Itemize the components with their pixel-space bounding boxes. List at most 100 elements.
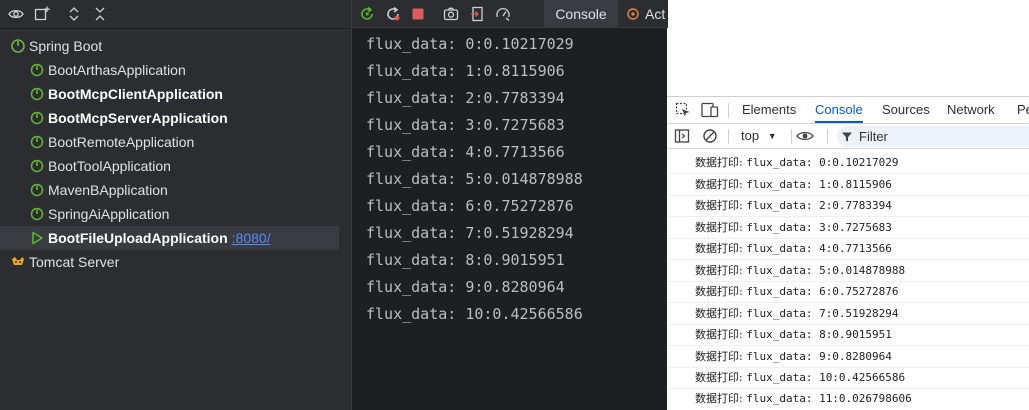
tree-item-boot-remote[interactable]: BootRemoteApplication bbox=[0, 130, 351, 154]
tab-console[interactable]: Console bbox=[544, 0, 618, 27]
console-log-entry[interactable]: 数据打印: flux_data: 3:0.7275683 bbox=[695, 217, 892, 238]
spring-app-icon bbox=[29, 158, 45, 174]
device-toolbar-icon[interactable] bbox=[701, 101, 719, 119]
eye-icon[interactable] bbox=[6, 4, 26, 24]
run-icon bbox=[29, 230, 45, 246]
actuator-icon bbox=[626, 7, 640, 21]
log-prefix: 数据打印: bbox=[695, 178, 743, 191]
tab-actuator[interactable]: Act bbox=[626, 0, 666, 27]
console-line: flux_data: 5:0.014878988 bbox=[366, 170, 583, 188]
tree-item-label: BootMcpServerApplication bbox=[48, 110, 228, 126]
log-prefix: 数据打印: bbox=[695, 307, 743, 320]
tree-item-label: BootRemoteApplication bbox=[48, 134, 195, 150]
console-log-entry[interactable]: 数据打印: flux_data: 11:0.026798606 bbox=[695, 388, 912, 409]
caret-down-icon: ▼ bbox=[767, 131, 777, 141]
run-console-panel: Console Act flux_data: 0:0.10217029 flux… bbox=[351, 0, 668, 410]
toolbar-divider bbox=[791, 129, 792, 144]
stop-icon[interactable] bbox=[408, 4, 428, 24]
log-prefix: 数据打印: bbox=[695, 371, 743, 384]
tree-item-boot-mcp-client[interactable]: BootMcpClientApplication bbox=[0, 82, 351, 106]
tree-item-boot-file-upload[interactable]: BootFileUploadApplication :8080/ bbox=[0, 226, 339, 250]
log-message: flux_data: 8:0.9015951 bbox=[746, 328, 892, 341]
console-log-entry[interactable]: 数据打印: flux_data: 9:0.8280964 bbox=[695, 346, 892, 367]
tree-item-label: Spring Boot bbox=[29, 38, 103, 54]
console-toolbar: top ▼ Filter bbox=[667, 124, 1029, 149]
filter-placeholder: Filter bbox=[859, 129, 888, 144]
toolbar-divider bbox=[728, 103, 729, 118]
spring-boot-icon bbox=[10, 38, 26, 54]
tree-item-label: BootArthasApplication bbox=[48, 62, 186, 78]
log-prefix: 数据打印: bbox=[695, 392, 743, 405]
log-prefix: 数据打印: bbox=[695, 242, 743, 255]
spring-app-icon bbox=[29, 86, 45, 102]
console-log-entry[interactable]: 数据打印: flux_data: 2:0.7783394 bbox=[695, 195, 892, 216]
expand-all-icon[interactable] bbox=[64, 4, 84, 24]
console-log-entry[interactable]: 数据打印: flux_data: 4:0.7713566 bbox=[695, 238, 892, 259]
add-service-icon[interactable] bbox=[32, 4, 52, 24]
tree-item-maven-b[interactable]: MavenBApplication bbox=[0, 178, 351, 202]
live-expression-eye-icon[interactable] bbox=[795, 127, 815, 145]
tree-item-boot-arthas[interactable]: BootArthasApplication bbox=[0, 58, 351, 82]
log-prefix: 数据打印: bbox=[695, 328, 743, 341]
tab-network[interactable]: Network bbox=[947, 97, 995, 123]
filter-input[interactable]: Filter bbox=[837, 126, 1029, 147]
console-toolbar: Console Act bbox=[352, 0, 668, 28]
tree-item-label: BootToolApplication bbox=[48, 158, 171, 174]
console-line: flux_data: 0:0.10217029 bbox=[366, 35, 574, 53]
console-line: flux_data: 7:0.51928294 bbox=[366, 224, 574, 242]
log-message: flux_data: 1:0.8115906 bbox=[746, 178, 892, 191]
spring-app-icon bbox=[29, 182, 45, 198]
tab-actuator-label: Act bbox=[645, 6, 666, 22]
filter-icon bbox=[841, 131, 853, 143]
toolbar-divider bbox=[827, 129, 828, 144]
console-log-entry[interactable]: 数据打印: flux_data: 7:0.51928294 bbox=[695, 303, 899, 324]
tree-item-spring-ai[interactable]: SpringAiApplication bbox=[0, 202, 351, 226]
tree-item-label: SpringAiApplication bbox=[48, 206, 170, 222]
console-line: flux_data: 3:0.7275683 bbox=[366, 116, 565, 134]
log-message: flux_data: 7:0.51928294 bbox=[746, 307, 899, 320]
inspect-element-icon[interactable] bbox=[674, 101, 692, 119]
tree-item-boot-tool[interactable]: BootToolApplication bbox=[0, 154, 351, 178]
log-message: flux_data: 11:0.026798606 bbox=[746, 392, 912, 405]
tab-sources[interactable]: Sources bbox=[882, 97, 930, 123]
console-log-entry[interactable]: 数据打印: flux_data: 8:0.9015951 bbox=[695, 324, 892, 345]
rerun-icon[interactable] bbox=[357, 4, 377, 24]
console-line: flux_data: 8:0.9015951 bbox=[366, 251, 565, 269]
context-selector[interactable]: top ▼ bbox=[741, 128, 777, 143]
screenshot-icon[interactable] bbox=[441, 4, 461, 24]
tree-item-label: BootFileUploadApplication bbox=[48, 230, 228, 246]
console-log-entry[interactable]: 数据打印: flux_data: 0:0.10217029 bbox=[695, 152, 899, 173]
console-log-entry[interactable]: 数据打印: flux_data: 1:0.8115906 bbox=[695, 174, 892, 195]
collapse-all-icon[interactable] bbox=[90, 4, 110, 24]
sidebar-toggle-icon[interactable] bbox=[673, 127, 691, 145]
toolbar-divider bbox=[728, 129, 729, 144]
exit-icon[interactable] bbox=[468, 4, 488, 24]
spring-app-icon bbox=[29, 206, 45, 222]
restart-icon[interactable] bbox=[383, 4, 403, 24]
tomcat-icon bbox=[10, 254, 26, 270]
log-prefix: 数据打印: bbox=[695, 221, 743, 234]
console-log-entry[interactable]: 数据打印: flux_data: 5:0.014878988 bbox=[695, 260, 905, 281]
console-line: flux_data: 1:0.8115906 bbox=[366, 62, 565, 80]
tree-item-label: Tomcat Server bbox=[29, 254, 120, 270]
log-message: flux_data: 0:0.10217029 bbox=[746, 156, 899, 169]
debug-icon[interactable] bbox=[493, 4, 513, 24]
tab-console[interactable]: Console bbox=[815, 97, 863, 123]
tree-group-spring-boot[interactable]: Spring Boot bbox=[0, 34, 351, 58]
tree-item-label: BootMcpClientApplication bbox=[48, 86, 223, 102]
console-log-entry[interactable]: 数据打印: flux_data: 10:0.42566586 bbox=[695, 367, 905, 388]
port-link[interactable]: :8080/ bbox=[232, 230, 271, 246]
tree-group-tomcat[interactable]: Tomcat Server bbox=[0, 250, 351, 274]
log-message: flux_data: 4:0.7713566 bbox=[746, 242, 892, 255]
spring-app-icon bbox=[29, 62, 45, 78]
console-log-entry[interactable]: 数据打印: flux_data: 6:0.75272876 bbox=[695, 281, 899, 302]
console-line: flux_data: 9:0.8280964 bbox=[366, 278, 565, 296]
log-message: flux_data: 5:0.014878988 bbox=[746, 264, 906, 277]
console-line: flux_data: 10:0.42566586 bbox=[366, 305, 583, 323]
clear-console-icon[interactable] bbox=[701, 127, 719, 145]
devtools-panel: Elements Console Sources Network Pe top … bbox=[667, 96, 1029, 410]
tree-item-boot-mcp-server[interactable]: BootMcpServerApplication bbox=[0, 106, 351, 130]
tab-elements[interactable]: Elements bbox=[742, 97, 796, 123]
tab-performance[interactable]: Pe bbox=[1017, 97, 1029, 123]
log-message: flux_data: 10:0.42566586 bbox=[746, 371, 906, 384]
